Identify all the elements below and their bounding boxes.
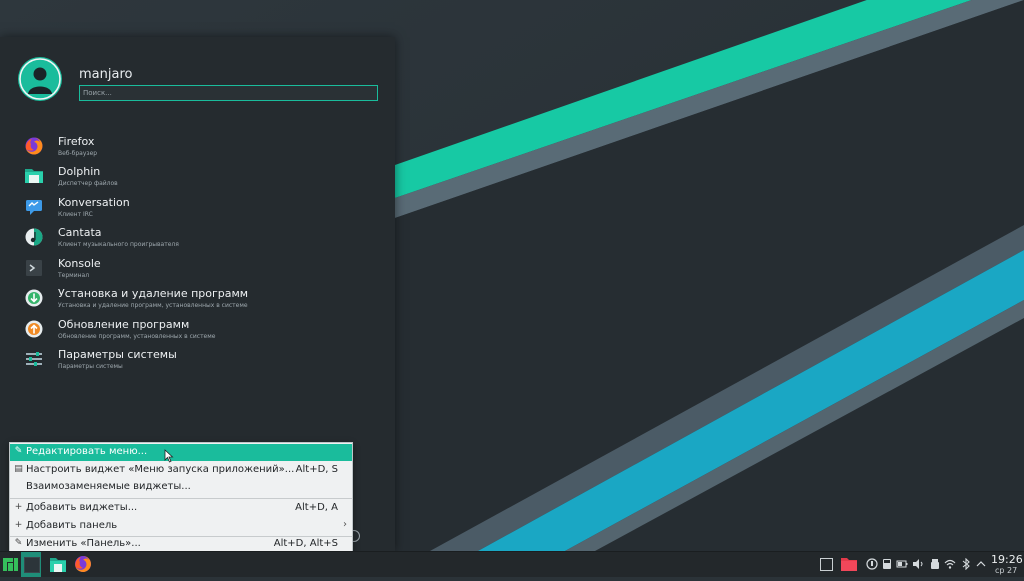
plus-icon: + [14, 502, 23, 512]
app-name: Установка и удаление программ [58, 287, 249, 300]
app-description: Клиент музыкального проигрывателя [58, 241, 179, 248]
wifi-icon[interactable] [944, 558, 956, 570]
taskbar-dolphin-button[interactable] [48, 552, 68, 577]
manjaro-logo-icon [3, 558, 18, 571]
app-description: Диспетчер файлов [58, 180, 118, 187]
tray-expand-arrow-icon[interactable] [975, 558, 987, 570]
app-firefox[interactable]: Firefox Веб-браузер [0, 133, 395, 163]
clock-date[interactable]: ср 27 [995, 566, 1017, 575]
storage-icon[interactable] [881, 558, 893, 570]
mouse-cursor-icon [164, 449, 174, 463]
menu-item-add-widgets[interactable]: + Добавить виджеты... Alt+D, A [10, 500, 352, 517]
app-name: Обновление программ [58, 318, 190, 331]
configure-icon: ▤ [14, 464, 23, 474]
plus-icon: + [14, 520, 23, 530]
show-desktop-icon[interactable] [820, 558, 833, 571]
desktop-pager-icon [24, 557, 40, 573]
app-description: Клиент IRC [58, 211, 93, 218]
pencil-icon: ✎ [14, 538, 23, 548]
folder-icon [50, 558, 66, 572]
settings-icon [26, 352, 42, 366]
firefox-icon [75, 556, 91, 572]
clock-time[interactable]: 19:26 [991, 553, 1023, 566]
menu-separator [10, 498, 352, 499]
app-konsole[interactable]: Konsole Терминал [0, 255, 395, 285]
package-install-icon [25, 289, 43, 307]
app-name: Параметры системы [58, 348, 177, 361]
taskbar-firefox-button[interactable] [73, 552, 93, 577]
folder-icon [25, 169, 43, 183]
terminal-icon [26, 260, 42, 276]
app-package-manager[interactable]: Установка и удаление программ Установка … [0, 285, 395, 315]
app-description: Установка и удаление программ, установле… [58, 302, 248, 309]
app-description: Обновление программ, установленных в сис… [58, 333, 216, 340]
edit-menu-icon: ✎ [14, 446, 23, 456]
app-name: Konsole [58, 257, 101, 270]
chat-icon [26, 200, 42, 215]
red-folder-icon[interactable] [840, 555, 858, 573]
app-name: Cantata [58, 226, 102, 239]
menu-item-alternative-widgets[interactable]: Взаимозаменяемые виджеты... [10, 479, 352, 496]
user-avatar-icon[interactable] [18, 57, 62, 101]
app-name: Konversation [58, 196, 130, 209]
submenu-arrow-icon: › [343, 519, 347, 530]
pager-button[interactable] [21, 552, 41, 577]
application-launcher-button[interactable] [0, 552, 20, 577]
app-cantata[interactable]: Cantata Клиент музыкального проигрывател… [0, 224, 395, 254]
firefox-icon [25, 137, 43, 155]
search-input[interactable] [79, 85, 378, 101]
app-software-update[interactable]: Обновление программ Обновление программ,… [0, 316, 395, 346]
app-description: Параметры системы [58, 363, 123, 370]
app-name: Dolphin [58, 165, 101, 178]
music-icon [25, 228, 43, 246]
menu-item-add-panel[interactable]: + Добавить панель › [10, 518, 352, 535]
panel-context-menu: ✎ Редактировать меню... ▤ Настроить видж… [9, 442, 353, 552]
menu-item-edit-menu[interactable]: ✎ Редактировать меню... [10, 444, 352, 461]
app-dolphin[interactable]: Dolphin Диспетчер файлов [0, 163, 395, 193]
volume-icon[interactable] [912, 558, 924, 570]
username-label: manjaro [79, 67, 133, 82]
app-konversation[interactable]: Konversation Клиент IRC [0, 194, 395, 224]
battery-icon[interactable] [896, 558, 908, 570]
app-name: Firefox [58, 135, 95, 148]
shield-icon[interactable] [866, 558, 878, 570]
bluetooth-icon[interactable] [960, 558, 972, 570]
update-icon [25, 320, 43, 338]
app-description: Терминал [58, 272, 90, 279]
app-description: Веб-браузер [58, 150, 98, 157]
menu-item-configure-launcher[interactable]: ▤ Настроить виджет «Меню запуска приложе… [10, 462, 352, 479]
taskbar-panel: 19:26 ср 27 [0, 551, 1024, 577]
usb-drive-icon[interactable] [929, 558, 941, 570]
app-system-settings[interactable]: Параметры системы Параметры системы [0, 346, 395, 376]
